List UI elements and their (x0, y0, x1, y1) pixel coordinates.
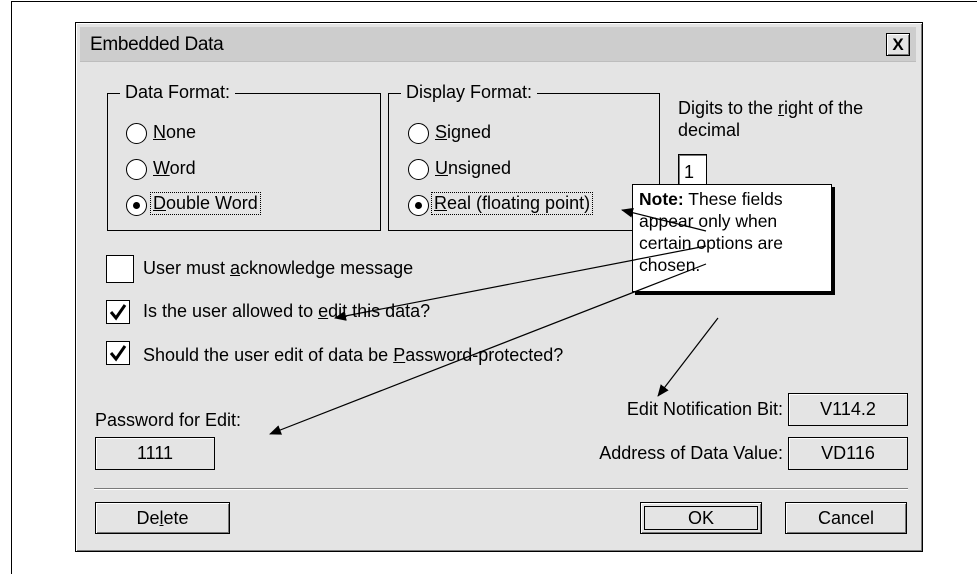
arrow-to-real-option (621, 207, 707, 232)
callout-arrows (269, 207, 719, 435)
arrow-to-password-field (269, 263, 707, 435)
arrow-to-notification-bit (657, 317, 719, 397)
arrow-to-edit-data (334, 245, 707, 321)
